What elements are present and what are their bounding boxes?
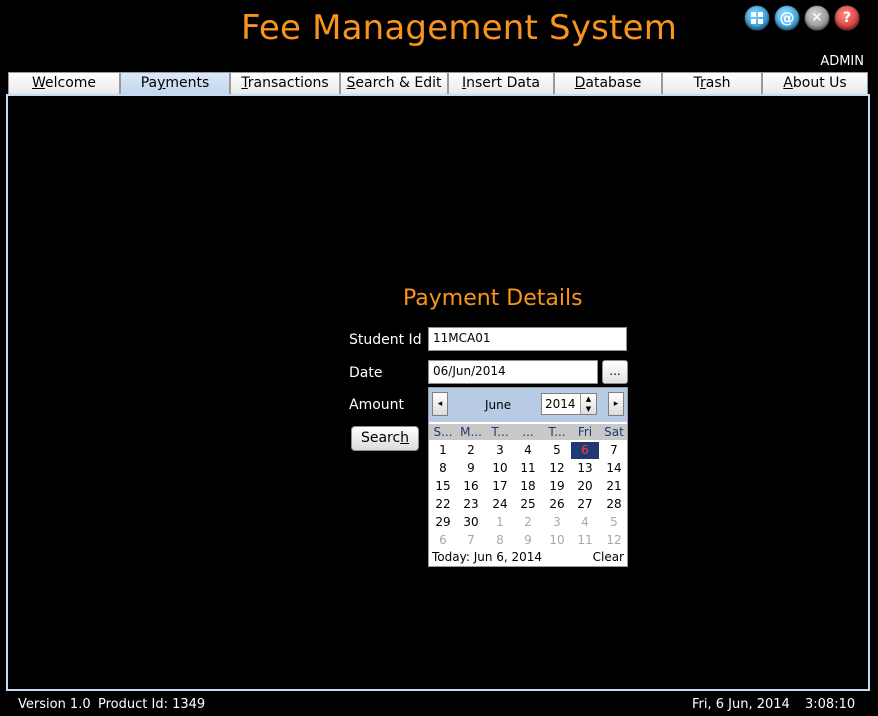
weekday-label: S... [433, 425, 453, 439]
search-button[interactable]: Search [351, 426, 419, 451]
year-value: 2014 [545, 397, 576, 411]
calendar-day[interactable]: 18 [514, 478, 542, 495]
amount-label: Amount [349, 397, 405, 413]
tab-trash[interactable]: Trash [662, 72, 762, 94]
clear-button[interactable]: Clear [593, 550, 624, 564]
next-month-button[interactable]: ▸ [608, 392, 624, 416]
calendar-day[interactable]: 24 [486, 496, 514, 513]
weekday-label: Fri [577, 425, 593, 439]
help-icon[interactable]: ? [835, 6, 859, 30]
weekday-label: ... [522, 425, 534, 439]
calendar-day[interactable]: 3 [543, 514, 571, 531]
calendar-day[interactable]: 10 [543, 532, 571, 549]
year-spin-buttons[interactable]: ▲ ▼ [580, 394, 596, 414]
calendar-day[interactable]: 26 [543, 496, 571, 513]
calendar-day[interactable]: 12 [543, 460, 571, 477]
calendar-day[interactable]: 29 [429, 514, 457, 531]
calendar-day[interactable]: 12 [600, 532, 628, 549]
calendar-day[interactable]: 2 [457, 442, 485, 459]
prev-month-button[interactable]: ◂ [432, 392, 448, 416]
date-input[interactable]: 06/Jun/2014 [428, 360, 598, 384]
date-label: Date [349, 365, 383, 381]
tab-about-us[interactable]: About Us [762, 72, 868, 94]
calendar-day[interactable]: 11 [514, 460, 542, 477]
calendar-day[interactable]: 8 [486, 532, 514, 549]
calendar-day[interactable]: 9 [514, 532, 542, 549]
month-label: June [485, 398, 512, 412]
calendar-day[interactable]: 21 [600, 478, 628, 495]
year-spinner[interactable]: 2014 ▲ ▼ [541, 393, 597, 415]
calendar-day[interactable]: 15 [429, 478, 457, 495]
tab-transactions[interactable]: Transactions [230, 72, 340, 94]
status-time: 3:08:10 [805, 697, 856, 712]
weekday-label: T... [491, 425, 509, 439]
student-id-label: Student Id [349, 332, 422, 348]
main-tabs: Welcome Payments Transactions Search & E… [8, 72, 868, 94]
today-link[interactable]: Today: Jun 6, 2014 [432, 550, 542, 564]
window-controls: @ ✕ ? [745, 6, 859, 30]
calendar-day[interactable]: 2 [514, 514, 542, 531]
at-icon[interactable]: @ [775, 6, 799, 30]
year-up-icon[interactable]: ▲ [581, 394, 596, 404]
calendar-day[interactable]: 13 [571, 460, 599, 477]
calendar-day[interactable]: 9 [457, 460, 485, 477]
status-bar: Version 1.0 Product Id: 1349 Fri, 6 Jun,… [0, 694, 878, 716]
calendar-day[interactable]: 5 [600, 514, 628, 531]
calendar-day[interactable]: 23 [457, 496, 485, 513]
calendar-day[interactable]: 1 [486, 514, 514, 531]
calendar-day[interactable]: 16 [457, 478, 485, 495]
calendar-header: ◂ June 2014 ▲ ▼ ▸ [429, 388, 627, 422]
calendar-day[interactable]: 22 [429, 496, 457, 513]
calendar-day[interactable]: 6 [571, 442, 599, 459]
calendar-day[interactable]: 7 [600, 442, 628, 459]
calendar-day[interactable]: 11 [571, 532, 599, 549]
calendar-day[interactable]: 4 [514, 442, 542, 459]
grid-icon[interactable] [745, 6, 769, 30]
weekday-label: M... [460, 425, 482, 439]
form-title: Payment Details [403, 286, 583, 311]
date-picker-button[interactable]: ... [602, 360, 628, 384]
year-down-icon[interactable]: ▼ [581, 404, 596, 414]
calendar-day[interactable]: 14 [600, 460, 628, 477]
student-id-input[interactable]: 11MCA01 [428, 327, 627, 351]
status-date: Fri, 6 Jun, 2014 [692, 697, 790, 712]
calendar-day[interactable]: 25 [514, 496, 542, 513]
tab-payments[interactable]: Payments [120, 72, 230, 94]
calendar-day[interactable]: 1 [429, 442, 457, 459]
calendar-day[interactable]: 6 [429, 532, 457, 549]
calendar-day[interactable]: 7 [457, 532, 485, 549]
weekday-header: S... M... T... ... T... Fri Sat [429, 424, 627, 440]
weekday-label: T... [548, 425, 566, 439]
close-icon[interactable]: ✕ [805, 6, 829, 30]
product-id-label: Product Id: 1349 [98, 697, 206, 712]
tab-insert-data[interactable]: Insert Data [448, 72, 554, 94]
calendar-day[interactable]: 19 [543, 478, 571, 495]
calendar-day[interactable]: 27 [571, 496, 599, 513]
tab-welcome[interactable]: Welcome [8, 72, 120, 94]
calendar-day[interactable]: 10 [486, 460, 514, 477]
tab-database[interactable]: Database [554, 72, 662, 94]
weekday-label: Sat [604, 425, 624, 439]
date-picker-popup: ◂ June 2014 ▲ ▼ ▸ S... M... T... ... T..… [428, 387, 628, 567]
calendar-day[interactable]: 4 [571, 514, 599, 531]
calendar-day[interactable]: 8 [429, 460, 457, 477]
calendar-day[interactable]: 20 [571, 478, 599, 495]
calendar-day[interactable]: 28 [600, 496, 628, 513]
version-label: Version 1.0 [18, 697, 91, 712]
calendar-day[interactable]: 17 [486, 478, 514, 495]
tab-search-edit[interactable]: Search & Edit [340, 72, 448, 94]
current-user: ADMIN [820, 54, 864, 69]
calendar-day[interactable]: 30 [457, 514, 485, 531]
calendar-day[interactable]: 5 [543, 442, 571, 459]
calendar-day[interactable]: 3 [486, 442, 514, 459]
